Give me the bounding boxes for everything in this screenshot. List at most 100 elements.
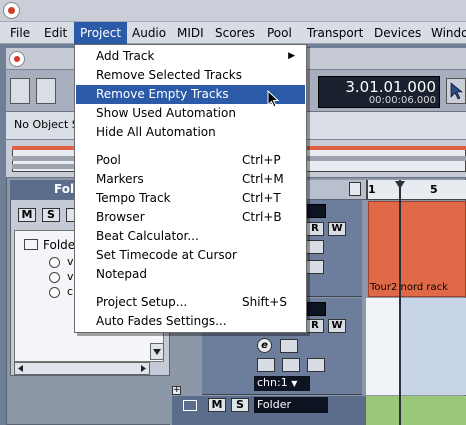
menu-item-set-timecode-at-cursor[interactable]: Set Timecode at Cursor [76, 246, 305, 265]
overview-track-1 [12, 156, 74, 161]
cursor-marker-icon[interactable] [395, 181, 405, 189]
tree-node-label[interactable]: v [67, 255, 74, 268]
menu-file[interactable]: File [4, 22, 36, 44]
menu-separator [78, 146, 303, 147]
menu-item-label: Project Setup... [96, 295, 188, 309]
menu-bar: File Edit Project Audio MIDI Scores Pool… [0, 22, 466, 44]
menu-item-label: Hide All Automation [96, 125, 216, 139]
menu-item-label: Set Timecode at Cursor [96, 248, 237, 262]
menu-item-label: Beat Calculator... [96, 229, 199, 243]
menu-item-project-setup[interactable]: Project Setup... Shift+S [76, 293, 305, 312]
menu-edit[interactable]: Edit [38, 22, 73, 44]
ruler-bar-number: 1 [368, 183, 376, 196]
track-lanes-button[interactable] [307, 358, 325, 372]
track-monitor-button[interactable] [306, 240, 324, 254]
record-enable-button[interactable]: R [306, 319, 324, 333]
ruler-bar-number: 5 [430, 183, 438, 196]
menu-transport[interactable]: Transport [301, 22, 369, 44]
menu-item-shortcut: Ctrl+M [242, 172, 284, 186]
menu-item-tempo-track[interactable]: Tempo Track Ctrl+T [76, 189, 305, 208]
record-enable-button[interactable]: R [306, 222, 324, 236]
menu-window[interactable]: Windo [425, 22, 466, 44]
menu-item-label: Auto Fades Settings... [96, 314, 227, 328]
menu-item-hide-all-automation[interactable]: Hide All Automation [76, 123, 305, 142]
overview-track-2 [12, 164, 74, 169]
track-lanes-button[interactable] [306, 260, 324, 274]
track-list-toggle-button[interactable] [349, 182, 361, 196]
project-logo-icon[interactable] [9, 51, 25, 67]
tree-node-icon [49, 272, 60, 283]
cubase-logo-icon[interactable] [3, 2, 20, 19]
arrow-tool-icon[interactable] [446, 78, 466, 104]
tree-node-label[interactable]: c [67, 285, 73, 298]
menu-item-label: Show Used Automation [96, 106, 236, 120]
midi-channel-value: chn:1 [257, 376, 288, 389]
overview-track-3 [300, 156, 466, 161]
menu-audio[interactable]: Audio [126, 22, 172, 44]
tree-horizontal-scrollbar[interactable] [14, 362, 150, 375]
folder-lane[interactable] [366, 396, 466, 425]
menu-project[interactable]: Project [74, 22, 128, 44]
menu-item-label: Browser [96, 210, 145, 224]
folder-track-icon [183, 400, 197, 411]
tree-node-icon [49, 257, 60, 268]
menu-item-auto-fades-settings[interactable]: Auto Fades Settings... [76, 312, 305, 331]
arrange-lane-range [366, 298, 400, 395]
menu-item-shortcut: Shift+S [242, 295, 287, 309]
project-cursor[interactable] [399, 180, 401, 425]
menu-midi[interactable]: MIDI [171, 22, 210, 44]
inspector-solo-button[interactable]: S [42, 208, 60, 222]
menu-item-markers[interactable]: Markers Ctrl+M [76, 170, 305, 189]
track-name-field[interactable] [304, 204, 326, 218]
menu-item-label: Markers [96, 172, 144, 186]
toolbar-button-1[interactable] [10, 78, 30, 104]
timeline-ruler[interactable] [366, 180, 466, 200]
folder-mute-button[interactable]: M [208, 398, 226, 412]
write-automation-button[interactable]: W [328, 319, 346, 333]
menu-item-label: Remove Empty Tracks [96, 87, 229, 101]
pencil-icon[interactable] [257, 358, 275, 372]
track-name-field[interactable] [304, 302, 326, 316]
track-button[interactable] [280, 339, 298, 353]
chevron-down-icon: ▼ [291, 379, 298, 388]
timecode-display: 00:00:06.000 [368, 95, 436, 106]
bars-beats-display: 3.01.01.000 [345, 78, 436, 96]
menu-item-notepad[interactable]: Notepad [76, 265, 305, 284]
tree-node-label[interactable]: v [67, 270, 74, 283]
project-menu: Add Track ▶ Remove Selected Tracks Remov… [74, 44, 307, 333]
menu-item-browser[interactable]: Browser Ctrl+B [76, 208, 305, 227]
menu-item-add-track[interactable]: Add Track ▶ [76, 47, 305, 66]
menu-devices[interactable]: Devices [368, 22, 427, 44]
menu-pool[interactable]: Pool [261, 22, 298, 44]
menu-item-label: Add Track [96, 49, 155, 63]
info-line-text: No Object S [14, 118, 79, 131]
tree-scroll-down-button[interactable] [150, 343, 164, 360]
write-automation-button[interactable]: W [328, 222, 346, 236]
app-titlebar [0, 0, 466, 22]
folder-solo-button[interactable]: S [231, 398, 249, 412]
event-label: Tour2 nord rack [370, 282, 448, 293]
menu-item-shortcut: Ctrl+P [242, 153, 281, 167]
folder-icon [24, 239, 38, 250]
inspector-mute-button[interactable]: M [18, 208, 36, 222]
lock-icon[interactable] [282, 358, 300, 372]
menu-item-shortcut: Ctrl+B [242, 210, 282, 224]
menu-item-label: Notepad [96, 267, 147, 281]
menu-item-shortcut: Ctrl+T [242, 191, 281, 205]
menu-item-label: Pool [96, 153, 121, 167]
midi-channel-select[interactable]: chn:1 ▼ [254, 376, 310, 391]
menu-item-pool[interactable]: Pool Ctrl+P [76, 151, 305, 170]
mouse-cursor-icon [267, 89, 281, 110]
menu-item-label: Remove Selected Tracks [96, 68, 242, 82]
expand-icon[interactable]: + [172, 386, 181, 395]
menu-item-label: Tempo Track [96, 191, 171, 205]
toolbar-constrain-icon[interactable] [36, 78, 56, 104]
menu-item-remove-selected-tracks[interactable]: Remove Selected Tracks [76, 66, 305, 85]
tree-node-icon [49, 287, 60, 298]
menu-separator [78, 288, 303, 289]
submenu-arrow-icon: ▶ [288, 51, 295, 61]
menu-scores[interactable]: Scores [209, 22, 261, 44]
folder-track-name[interactable]: Folder [254, 397, 328, 413]
edit-instrument-icon[interactable]: e [257, 338, 272, 353]
menu-item-beat-calculator[interactable]: Beat Calculator... [76, 227, 305, 246]
